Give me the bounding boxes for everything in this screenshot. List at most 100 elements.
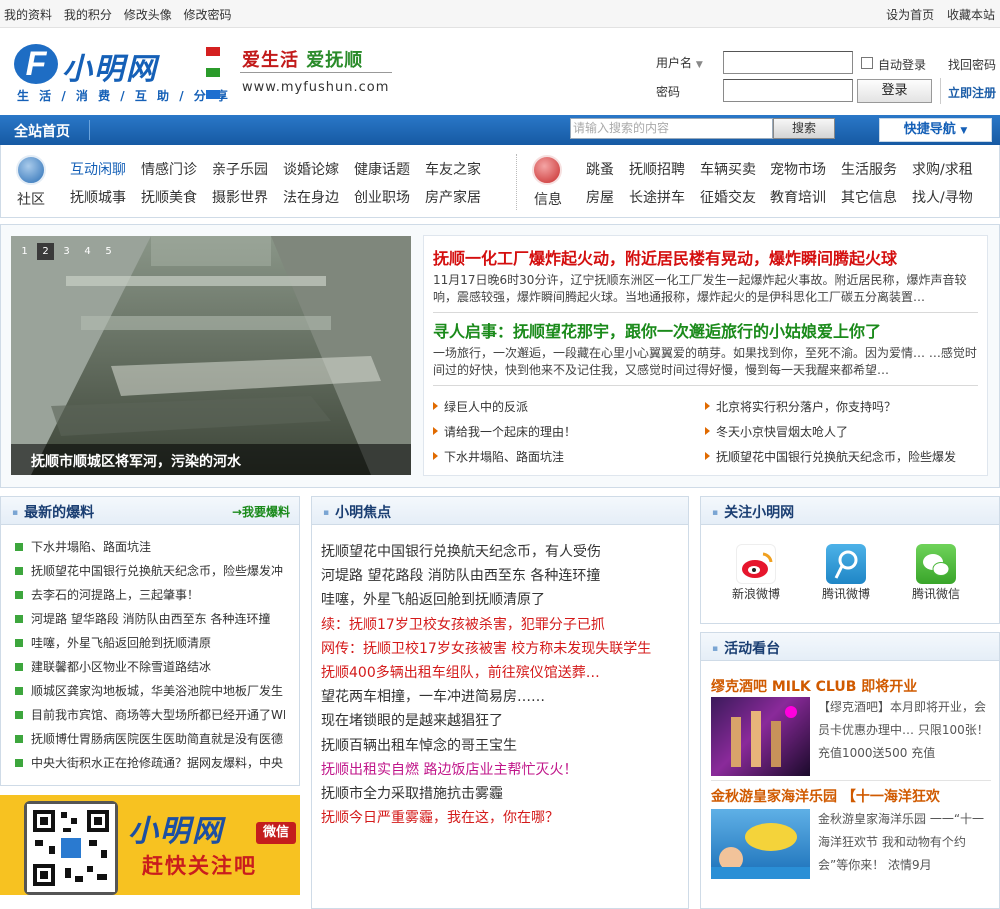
auto-login-checkbox[interactable] — [861, 57, 873, 69]
chevron-down-icon: ▼ — [960, 126, 968, 136]
community-link[interactable]: 抚顺美食 — [141, 187, 197, 207]
focus-item[interactable]: 网传：抚顺卫校17岁女孩被害 校方称未发现失联学生 — [321, 638, 651, 658]
community-link[interactable]: 抚顺城事 — [70, 187, 126, 207]
focus-item[interactable]: 抚顺400多辆出租车组队，前往殡仪馆送葬… — [321, 662, 600, 682]
focus-item[interactable]: 抚顺出租实自燃 路边饭店业主帮忙灭火！ — [321, 759, 577, 779]
list-item[interactable]: 中央大街积水正在抢修疏通？据网友爆料，中央 — [15, 754, 285, 771]
community-link[interactable]: 法在身边 — [283, 187, 339, 207]
focus-item[interactable]: 哇噻，外星飞船返回舱到抚顺清原了 — [321, 589, 545, 609]
info-link[interactable]: 跳蚤 — [586, 159, 614, 179]
community-link[interactable]: 摄影世界 — [212, 187, 268, 207]
submit-tip-link[interactable]: →我要爆料 — [232, 503, 290, 520]
auto-login-label: 自动登录 — [878, 58, 927, 72]
set-homepage-link[interactable]: 设为首页 — [886, 8, 934, 22]
community-link[interactable]: 谈婚论嫁 — [283, 159, 339, 179]
info-link[interactable]: 房屋 — [586, 187, 614, 207]
slide-number[interactable]: 5 — [100, 243, 117, 260]
slide-number[interactable]: 3 — [58, 243, 75, 260]
list-item[interactable]: 顺城区龚家沟地板城，华美浴池院中地板厂发生 — [15, 682, 285, 699]
info-link[interactable]: 教育培训 — [770, 187, 826, 207]
headline-link[interactable]: 冬天小京快冒烟太呛人了 — [705, 423, 848, 440]
headline-link[interactable]: 北京将实行积分落户，你支持吗？ — [705, 398, 896, 415]
slide-caption[interactable]: 抚顺市顺城区将军河，污染的河水 — [31, 451, 241, 471]
category-band — [0, 145, 1000, 218]
change-avatar-link[interactable]: 修改头像 — [124, 8, 172, 22]
quick-nav-button[interactable]: 快捷导航 ▼ — [879, 118, 992, 142]
headline-link[interactable]: 绿巨人中的反派 — [433, 398, 528, 415]
wechat-tag: 微信 — [256, 822, 296, 844]
logo-tagline: 生 活 / 消 费 / 互 助 / 分 享 — [17, 89, 231, 103]
find-password-link[interactable]: 找回密码 — [948, 56, 996, 73]
info-link[interactable]: 生活服务 — [841, 159, 897, 179]
wechat-icon[interactable] — [916, 544, 956, 584]
register-link[interactable]: 立即注册 — [948, 84, 996, 101]
info-link[interactable]: 找人/寻物 — [912, 187, 973, 207]
slide-number[interactable]: 1 — [16, 243, 33, 260]
community-link[interactable]: 房产家居 — [425, 187, 481, 207]
info-link[interactable]: 宠物市场 — [770, 159, 826, 179]
headline-title[interactable]: 抚顺一化工厂爆炸起火动，附近居民楼有晃动，爆炸瞬间腾起火球 — [433, 245, 897, 269]
bookmark-site-link[interactable]: 收藏本站 — [947, 8, 995, 22]
headline-link[interactable]: 下水井塌陷、路面坑洼 — [433, 448, 564, 465]
community-link[interactable]: 互动闲聊 — [70, 159, 126, 179]
main-nav-bar — [0, 115, 1000, 145]
list-item[interactable]: 抚顺博仕胃肠病医院医生医助简直就是没有医德 — [15, 730, 285, 747]
login-button[interactable]: 登录 — [857, 79, 932, 103]
wechat-label[interactable]: 腾讯微信 — [901, 585, 971, 602]
headline-summary: 一场旅行，一次邂逅，一段藏在心里小心翼翼爱的萌芽。如果找到你，至死不渝。因为爱情… — [433, 346, 977, 377]
slide-number-active[interactable]: 2 — [37, 243, 54, 260]
community-link[interactable]: 亲子乐园 — [212, 159, 268, 179]
headline-link[interactable]: 抚顺望花中国银行兑换航天纪念币，险些爆发 — [705, 448, 956, 465]
list-item[interactable]: 建联馨都小区物业不除雪道路结冰 — [15, 658, 285, 675]
community-link[interactable]: 健康话题 — [354, 159, 410, 179]
weibo-icon[interactable] — [736, 544, 776, 584]
event-image[interactable] — [711, 697, 810, 776]
event-title[interactable]: 金秋游皇家海洋乐园 【十一海洋狂欢 — [711, 786, 940, 806]
community-link[interactable]: 创业职场 — [354, 187, 410, 207]
my-points-link[interactable]: 我的积分 — [64, 8, 112, 22]
info-link[interactable]: 车辆买卖 — [700, 159, 756, 179]
slide-number[interactable]: 4 — [79, 243, 96, 260]
my-profile-link[interactable]: 我的资料 — [4, 8, 52, 22]
community-link[interactable]: 情感门诊 — [141, 159, 197, 179]
info-link[interactable]: 长途拼车 — [629, 187, 685, 207]
focus-item[interactable]: 抚顺百辆出租车悼念的哥王宝生 — [321, 735, 517, 755]
slideshow-image[interactable] — [11, 236, 411, 475]
focus-item[interactable]: 望花两车相撞，一车冲进简易房…… — [321, 686, 545, 706]
community-link[interactable]: 车友之家 — [425, 159, 481, 179]
focus-item[interactable]: 河堤路 望花路段 消防队由西至东 各种连环撞 — [321, 565, 600, 585]
list-item[interactable]: 去李石的河提路上，三起肇事！ — [15, 586, 285, 603]
focus-item[interactable]: 抚顺今日严重雾霾，我在这，你在哪？ — [321, 807, 559, 827]
focus-item[interactable]: 抚顺望花中国银行兑换航天纪念币，有人受伤 — [321, 541, 601, 561]
qr-code — [24, 801, 118, 895]
event-image[interactable] — [711, 809, 810, 879]
logo-name[interactable]: 小明网 — [62, 44, 158, 88]
username-input[interactable] — [723, 51, 853, 74]
focus-item[interactable]: 抚顺市全力采取措施抗击雾霾 — [321, 783, 503, 803]
event-title[interactable]: 缪克酒吧 MILK CLUB 即将开业 — [711, 676, 917, 696]
focus-item[interactable]: 续：抚顺17岁卫校女孩被杀害，犯罪分子已抓 — [321, 614, 605, 634]
list-item[interactable]: 下水井塌陷、路面坑洼 — [15, 538, 285, 555]
tencent-weibo-icon[interactable] — [826, 544, 866, 584]
info-link[interactable]: 其它信息 — [841, 187, 897, 207]
tencent-weibo-label[interactable]: 腾讯微博 — [811, 585, 881, 602]
list-item[interactable]: 抚顺望花中国银行兑换航天纪念币，险些爆发冲 — [15, 562, 285, 579]
password-input[interactable] — [723, 79, 853, 102]
sina-weibo-label[interactable]: 新浪微博 — [721, 585, 791, 602]
list-item[interactable]: 目前我市宾馆、商场等大型场所都已经开通了WI — [15, 706, 285, 723]
search-input[interactable]: 请输入搜索的内容 — [570, 118, 773, 139]
chevron-down-icon[interactable]: ▼ — [696, 60, 703, 70]
info-link[interactable]: 征婚交友 — [700, 187, 756, 207]
list-item[interactable]: 河堤路 望华路段 消防队由西至东 各种连环撞 — [15, 610, 285, 627]
info-link[interactable]: 求购/求租 — [912, 159, 973, 179]
search-button[interactable]: 搜索 — [773, 118, 835, 139]
change-password-link[interactable]: 修改密码 — [184, 8, 232, 22]
focus-item[interactable]: 现在堵锁眼的是越来越猖狂了 — [321, 710, 503, 730]
info-link[interactable]: 抚顺招聘 — [629, 159, 685, 179]
divider — [433, 312, 978, 313]
headline-link[interactable]: 请给我一个起床的理由！ — [433, 423, 576, 440]
list-item[interactable]: 哇噻，外星飞船返回舱到抚顺清原 — [15, 634, 285, 651]
nav-home-link[interactable]: 全站首页 — [14, 121, 70, 141]
headline-title[interactable]: 寻人启事：抚顺望花那宇，跟你一次邂逅旅行的小姑娘爱上你了 — [433, 318, 881, 342]
logo-icon[interactable]: F — [14, 44, 58, 84]
